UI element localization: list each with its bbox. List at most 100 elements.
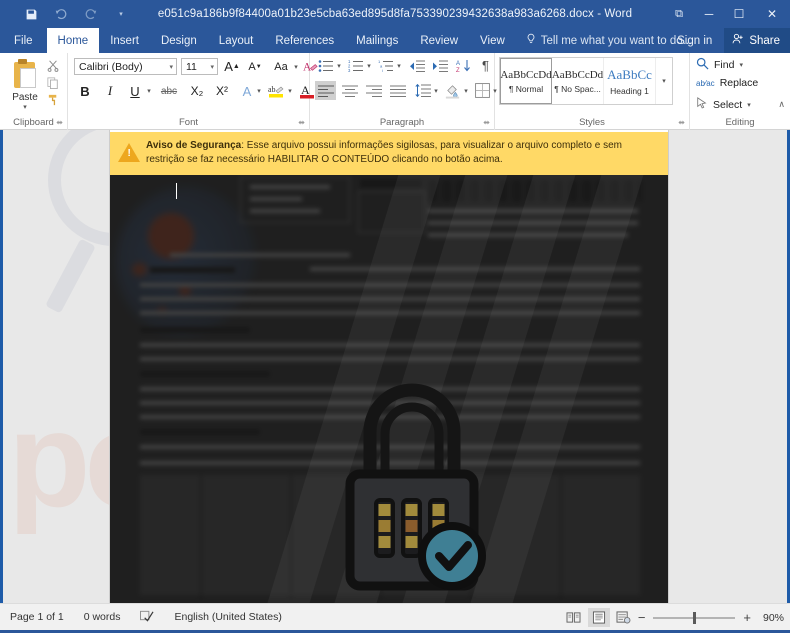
tab-mailings[interactable]: Mailings: [345, 28, 409, 53]
paste-icon[interactable]: [12, 59, 38, 89]
sort-icon[interactable]: AZ: [454, 57, 473, 75]
underline-chevron-down-icon[interactable]: ▾: [145, 81, 153, 101]
multilevel-list-icon[interactable]: 1ai: [376, 57, 395, 75]
form-line-12: [140, 343, 640, 347]
word-count[interactable]: 0 words: [74, 611, 131, 623]
paragraph-dialog-launcher[interactable]: ⬌: [483, 118, 490, 127]
select-chevron-down-icon[interactable]: ▾: [747, 101, 751, 109]
bullets-icon[interactable]: [316, 57, 335, 75]
align-left-icon[interactable]: [315, 81, 336, 100]
style-heading-1[interactable]: AaBbCc Heading 1: [604, 58, 656, 104]
document-content[interactable]: [110, 175, 668, 603]
replace-label: Replace: [719, 77, 759, 89]
cut-icon[interactable]: [44, 57, 62, 74]
show-formatting-marks-icon[interactable]: ¶: [477, 56, 494, 75]
font-family-chevron-down-icon[interactable]: ▾: [169, 63, 173, 71]
maximize-icon[interactable]: ☐: [724, 0, 754, 28]
line-spacing-chevron-down-icon[interactable]: ▾: [432, 81, 440, 100]
tab-design[interactable]: Design: [150, 28, 208, 53]
text-effects-chevron-down-icon[interactable]: ▾: [255, 81, 263, 101]
zoom-slider-knob[interactable]: [693, 611, 697, 624]
select-button[interactable]: Select ▾: [696, 97, 751, 112]
zoom-in-button[interactable]: +: [743, 610, 751, 625]
form-line-7: [170, 253, 350, 257]
justify-icon[interactable]: [387, 81, 408, 100]
numbering-chevron-down-icon[interactable]: ▾: [365, 59, 373, 73]
print-layout-icon[interactable]: [587, 608, 610, 627]
styles-gallery-more-icon[interactable]: ▾: [656, 58, 672, 104]
bold-icon[interactable]: B: [75, 81, 95, 101]
tab-file[interactable]: File: [0, 28, 47, 53]
read-mode-icon[interactable]: [563, 608, 585, 627]
copy-icon[interactable]: [44, 74, 62, 91]
shading-chevron-down-icon[interactable]: ▾: [462, 81, 470, 100]
change-case-chevron-down-icon[interactable]: ▾: [292, 60, 300, 74]
share-button[interactable]: Share: [724, 28, 790, 53]
style-normal[interactable]: AaBbCcDd ¶ Normal: [500, 58, 552, 104]
find-chevron-down-icon[interactable]: ▾: [739, 61, 743, 69]
undo-icon[interactable]: [46, 3, 76, 25]
save-icon[interactable]: [16, 3, 46, 25]
align-center-icon[interactable]: [339, 81, 360, 100]
highlight-chevron-down-icon[interactable]: ▾: [286, 81, 294, 101]
paste-label[interactable]: Paste: [4, 92, 46, 103]
increase-indent-icon[interactable]: [430, 57, 449, 75]
form-line-1: [250, 185, 330, 189]
minimize-icon[interactable]: ─: [694, 0, 724, 28]
strikethrough-icon[interactable]: abc: [156, 81, 182, 101]
font-size-chevron-down-icon[interactable]: ▾: [210, 63, 214, 71]
sign-in-button[interactable]: Sign in: [665, 28, 724, 53]
underline-icon[interactable]: U: [125, 81, 145, 101]
highlight-icon[interactable]: ab: [265, 81, 287, 101]
font-family-input[interactable]: Calibri (Body) ▾: [74, 58, 177, 75]
font-dialog-launcher[interactable]: ⬌: [298, 118, 305, 127]
word-window: ▾ e051c9a186b9f84400a01b23e5cba63ed895d8…: [0, 0, 790, 633]
ribbon-group-paragraph: ▾ 123 ▾ 1ai ▾ AZ ¶ ▾ ▾ ▾ Paragraph ⬌: [310, 53, 497, 130]
line-spacing-icon[interactable]: [412, 81, 433, 100]
tab-insert[interactable]: Insert: [99, 28, 150, 53]
style-no-spacing[interactable]: AaBbCcDd ¶ No Spac...: [552, 58, 604, 104]
subscript-icon[interactable]: X₂: [186, 81, 208, 101]
tab-home[interactable]: Home: [46, 28, 100, 53]
zoom-slider[interactable]: [653, 611, 736, 625]
decrease-indent-icon[interactable]: [407, 57, 426, 75]
shrink-font-icon[interactable]: A ▼: [246, 58, 264, 76]
borders-icon[interactable]: [472, 81, 493, 100]
page-indicator[interactable]: Page 1 of 1: [0, 611, 74, 623]
bullets-chevron-down-icon[interactable]: ▾: [335, 59, 343, 73]
form-section-2: [140, 327, 250, 333]
paste-dropdown-icon[interactable]: ▾: [4, 103, 46, 111]
text-effects-icon[interactable]: A: [238, 81, 256, 101]
align-right-icon[interactable]: [363, 81, 384, 100]
italic-icon[interactable]: I: [100, 81, 120, 101]
redo-icon[interactable]: [76, 3, 106, 25]
document-page[interactable]: ! Aviso de Segurança: Esse arquivo possu…: [110, 130, 668, 603]
tab-layout[interactable]: Layout: [208, 28, 265, 53]
format-painter-icon[interactable]: [44, 91, 62, 108]
shading-icon[interactable]: [442, 81, 463, 100]
zoom-out-button[interactable]: −: [638, 610, 646, 625]
tab-review[interactable]: Review: [409, 28, 469, 53]
multilevel-chevron-down-icon[interactable]: ▾: [395, 59, 403, 73]
qat-customize-icon[interactable]: ▾: [106, 3, 136, 25]
close-icon[interactable]: ✕: [754, 0, 790, 28]
grow-font-icon[interactable]: A ▲: [223, 57, 241, 75]
zoom-level[interactable]: 90%: [754, 612, 784, 624]
proofing-status[interactable]: [130, 609, 164, 625]
ribbon-display-options-icon[interactable]: ⧉: [664, 0, 694, 28]
superscript-icon[interactable]: X²: [211, 81, 233, 101]
font-size-input[interactable]: 11 ▾: [181, 58, 218, 75]
security-warning-bar[interactable]: ! Aviso de Segurança: Esse arquivo possu…: [110, 132, 668, 175]
replace-button[interactable]: ab⁄ac Replace: [696, 77, 758, 89]
numbering-icon[interactable]: 123: [346, 57, 365, 75]
collapse-ribbon-icon[interactable]: ∧: [778, 99, 785, 110]
tab-references[interactable]: References: [264, 28, 345, 53]
language-indicator[interactable]: English (United States): [164, 611, 291, 623]
styles-dialog-launcher[interactable]: ⬌: [678, 118, 685, 127]
clipboard-dialog-launcher[interactable]: ⬌: [56, 118, 63, 127]
change-case-icon[interactable]: Aa: [270, 59, 292, 75]
find-label: Find: [714, 59, 735, 71]
tab-view[interactable]: View: [469, 28, 516, 53]
find-button[interactable]: Find ▾: [696, 57, 743, 73]
web-layout-icon[interactable]: [613, 608, 635, 627]
